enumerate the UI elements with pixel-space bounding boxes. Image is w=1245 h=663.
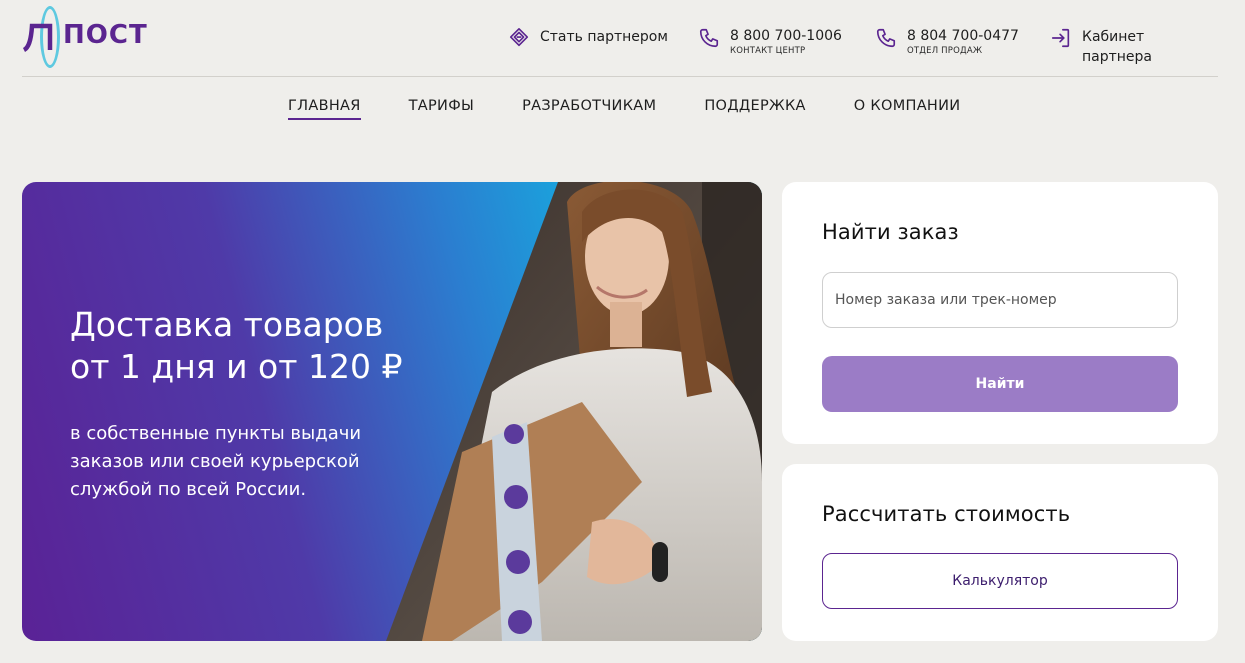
main-nav: ГЛАВНАЯ ТАРИФЫ РАЗРАБОТЧИКАМ ПОДДЕРЖКА О… [288, 96, 960, 120]
logo-l-mark-icon [22, 23, 53, 52]
nav-item-support[interactable]: ПОДДЕРЖКА [704, 96, 805, 120]
calculate-cost-card: Рассчитать стоимость Калькулятор [782, 464, 1218, 641]
become-partner-label: Стать партнером [540, 29, 668, 45]
order-search-input[interactable] [822, 272, 1178, 328]
nav-item-developers[interactable]: РАЗРАБОТЧИКАМ [522, 96, 656, 120]
nav-item-about[interactable]: О КОМПАНИИ [854, 96, 961, 120]
become-partner-link[interactable]: Стать партнером [508, 26, 668, 49]
phone-icon [698, 27, 720, 49]
logo-text: ПОСТ [63, 20, 148, 50]
hero-subtitle: в собственные пункты выдачи заказов или … [70, 423, 362, 500]
partner-handshake-icon [508, 27, 530, 49]
contact-center-phone[interactable]: 8 800 700-1006 КОНТАКТ ЦЕНТР [698, 26, 842, 56]
nav-item-tariffs[interactable]: ТАРИФЫ [409, 96, 474, 120]
login-icon [1050, 27, 1072, 49]
calculator-button[interactable]: Калькулятор [822, 553, 1178, 609]
hero-title-line1: Доставка товаров [70, 305, 384, 344]
sales-department-phone[interactable]: 8 804 700-0477 ОТДЕЛ ПРОДАЖ [875, 26, 1019, 56]
phone-icon [875, 27, 897, 49]
hero-photo-woman-with-parcel [386, 182, 762, 641]
find-order-title: Найти заказ [822, 220, 959, 244]
hero-title-line2: от 1 дня и от 120 ₽ [70, 347, 403, 386]
find-order-button[interactable]: Найти [822, 356, 1178, 412]
sales-department-number[interactable]: 8 804 700-0477 [907, 26, 1019, 46]
hero-title: Доставка товаров от 1 дня и от 120 ₽ [70, 304, 470, 388]
find-order-card: Найти заказ Найти [782, 182, 1218, 444]
partner-cabinet-link[interactable]: Кабинет партнера [1050, 26, 1218, 67]
sales-department-caption: ОТДЕЛ ПРОДАЖ [907, 46, 983, 56]
site-header: ПОСТ Стать партнером 8 800 700-1006 КОНТ… [22, 0, 1218, 77]
calculate-cost-title: Рассчитать стоимость [822, 502, 1071, 526]
nav-item-home[interactable]: ГЛАВНАЯ [288, 96, 361, 120]
contact-center-number[interactable]: 8 800 700-1006 [730, 26, 842, 46]
brand-logo[interactable]: ПОСТ [22, 4, 162, 70]
partner-cabinet-label: Кабинет партнера [1082, 29, 1153, 65]
hero-banner: Доставка товаров от 1 дня и от 120 ₽ в с… [22, 182, 762, 641]
contact-center-caption: КОНТАКТ ЦЕНТР [730, 46, 806, 56]
